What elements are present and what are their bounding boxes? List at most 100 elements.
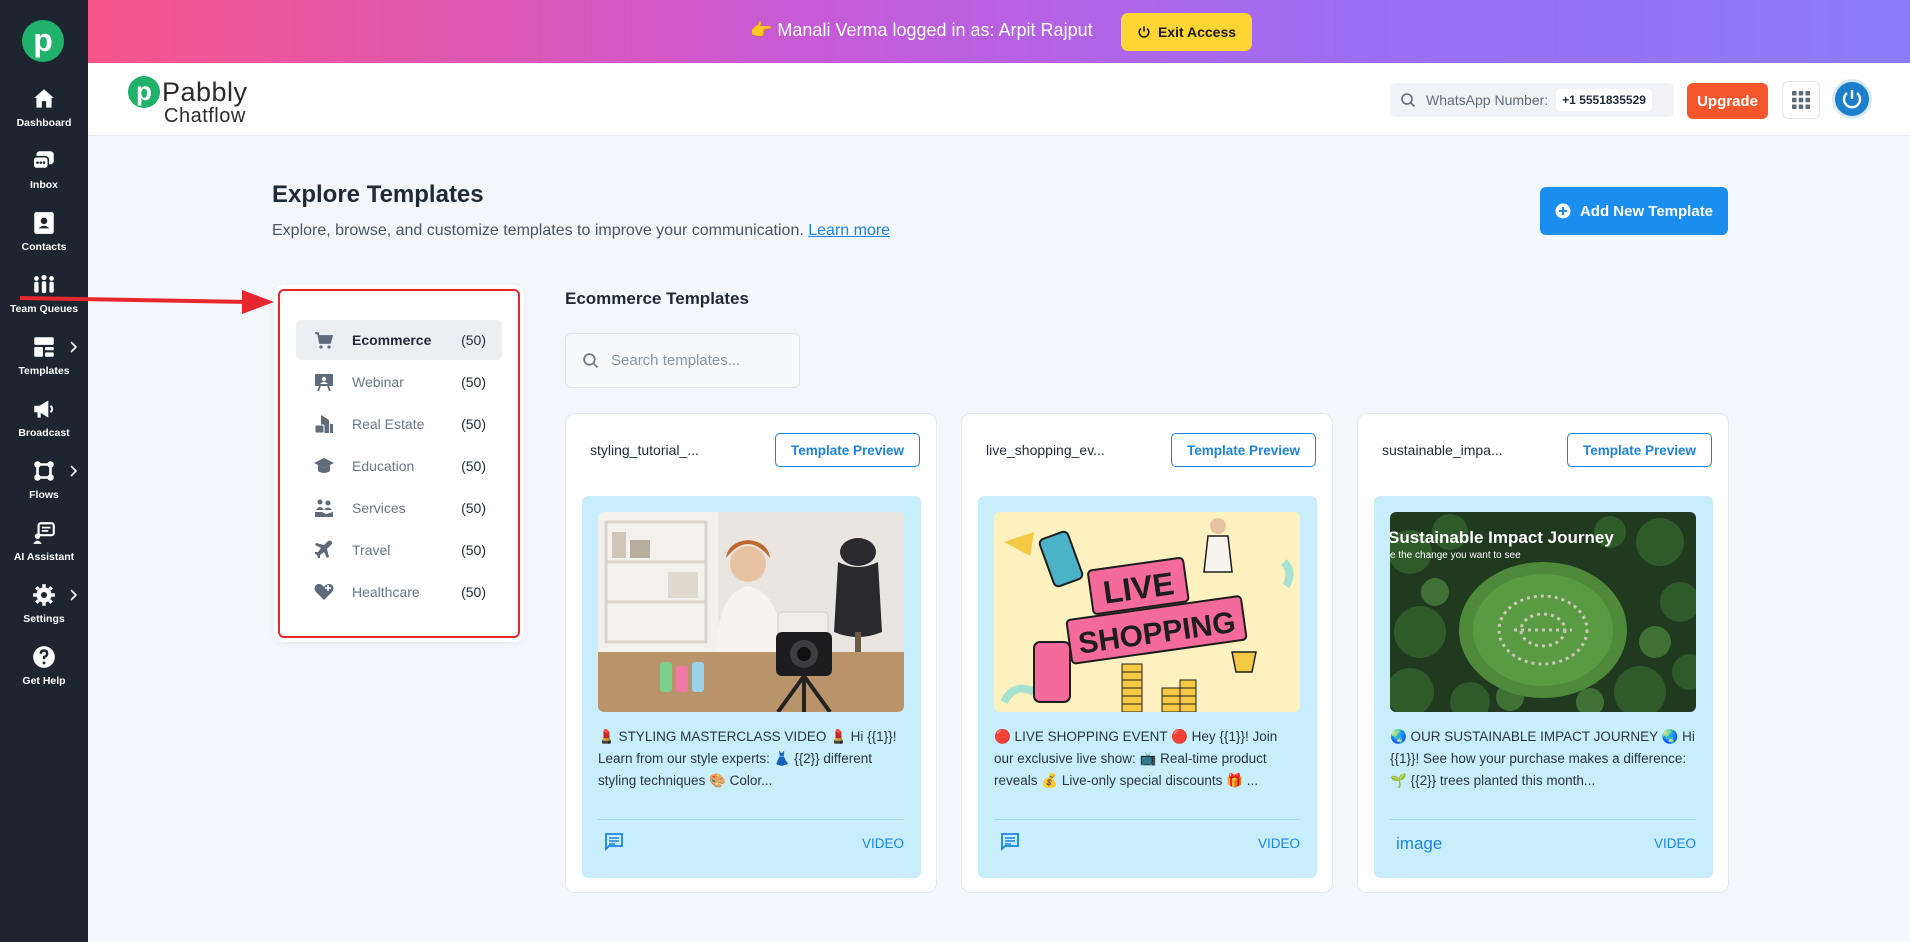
category-count: (50): [461, 374, 486, 390]
template-media-image: Sustainable Impact Journey e the change …: [1390, 512, 1696, 712]
brand-name: Pabbly: [162, 77, 248, 107]
sidebar-item-ai-assistant[interactable]: AI Assistant: [0, 520, 88, 576]
category-item-services[interactable]: Services (50): [296, 488, 502, 528]
category-name: Healthcare: [352, 584, 420, 600]
template-media-image: LIVE SHOPPING: [994, 512, 1300, 712]
power-icon: [1138, 26, 1150, 38]
help-icon: [33, 646, 55, 668]
annotation-arrow: [20, 290, 274, 314]
message-icon: [605, 833, 623, 852]
category-item-healthcare[interactable]: Healthcare (50): [296, 572, 502, 612]
template-name: sustainable_impa...: [1382, 442, 1503, 458]
template-body-text: 🌏 OUR SUSTAINABLE IMPACT JOURNEY 🌏 Hi {{…: [1390, 729, 1695, 788]
sidebar-item-templates[interactable]: Templates: [0, 334, 88, 390]
graduation-cap-icon: [314, 458, 334, 473]
category-item-ecommerce[interactable]: Ecommerce (50): [296, 320, 502, 360]
template-name: live_shopping_ev...: [986, 442, 1105, 458]
template-footer: VIDEO: [598, 819, 904, 863]
cart-icon: [315, 332, 334, 349]
template-footer: image VIDEO: [1390, 819, 1696, 863]
template-body-text: 💄 STYLING MASTERCLASS VIDEO 💄 Hi {{1}}! …: [598, 729, 897, 788]
brand-logo[interactable]: Pabbly Chatflow: [128, 73, 258, 127]
sidebar-item-inbox[interactable]: Inbox: [0, 148, 88, 204]
page-subtitle: Explore, browse, and customize templates…: [272, 222, 890, 240]
app-header: Pabbly Chatflow WhatsApp Number: +1 5551…: [88, 63, 1910, 136]
whatsapp-number: +1 5551835529: [1556, 89, 1652, 111]
category-item-education[interactable]: Education (50): [296, 446, 502, 486]
sidebar-item-broadcast[interactable]: Broadcast: [0, 396, 88, 452]
sidebar-item-dashboard[interactable]: Dashboard: [0, 86, 88, 142]
exit-access-label: Exit Access: [1157, 24, 1237, 40]
category-name: Travel: [352, 542, 391, 558]
category-count: (50): [461, 332, 486, 348]
template-preview-button[interactable]: Template Preview: [1567, 433, 1712, 467]
template-media-label: image: [1396, 834, 1443, 853]
home-icon: [34, 89, 54, 108]
pabbly-logo[interactable]: [22, 20, 64, 62]
category-item-webinar[interactable]: Webinar (50): [296, 362, 502, 402]
template-icon: [34, 337, 54, 357]
template-card: live_shopping_ev... Template Preview LIV…: [961, 413, 1333, 893]
power-icon: [1842, 90, 1862, 109]
add-new-template-label: Add New Template: [1579, 202, 1714, 220]
image-subtitle: e the change you want to see: [1390, 550, 1521, 561]
category-count: (50): [461, 416, 486, 432]
plus-circle-icon: [1555, 203, 1571, 219]
template-media-type: VIDEO: [1653, 836, 1696, 851]
page-title: Explore Templates: [272, 181, 484, 208]
sidebar-item-get-help[interactable]: Get Help: [0, 644, 88, 700]
sidebar-item-flows[interactable]: Flows: [0, 458, 88, 514]
template-card: styling_tutorial_... Template Preview 💄 …: [565, 413, 937, 893]
services-icon: [315, 499, 333, 517]
template-preview-button[interactable]: Template Preview: [775, 433, 920, 467]
category-name: Education: [352, 458, 415, 474]
category-item-real-estate[interactable]: Real Estate (50): [296, 404, 502, 444]
learn-more-link[interactable]: Learn more: [808, 222, 890, 239]
chevron-right-icon: [70, 589, 78, 601]
sidebar-item-label: Inbox: [30, 179, 58, 191]
ai-assistant-icon: [33, 522, 55, 544]
banner-message: 👉 Manali Verma logged in as: Arpit Rajpu…: [750, 20, 1093, 40]
real-estate-icon: [314, 415, 333, 434]
template-footer: VIDEO: [994, 819, 1300, 863]
chevron-right-icon: [70, 465, 78, 477]
sidebar-item-label: Templates: [18, 365, 70, 377]
heart-plus-icon: [314, 583, 334, 600]
contact-card-icon: [34, 212, 54, 234]
chevron-right-icon: [70, 341, 78, 353]
template-message-preview: 💄 STYLING MASTERCLASS VIDEO 💄 Hi {{1}}! …: [582, 496, 921, 878]
template-preview-button[interactable]: Template Preview: [1171, 433, 1316, 467]
upgrade-button[interactable]: Upgrade: [1687, 83, 1768, 119]
whatsapp-number-selector[interactable]: WhatsApp Number: +1 5551835529: [1390, 83, 1674, 117]
template-media-type: VIDEO: [861, 836, 904, 851]
exit-access-button[interactable]: Exit Access: [1121, 13, 1252, 51]
template-card: sustainable_impa... Template Preview Sus…: [1357, 413, 1729, 893]
category-name: Webinar: [352, 374, 404, 390]
webinar-icon: [315, 374, 333, 392]
category-name: Services: [352, 500, 406, 516]
grid-icon: [1792, 91, 1810, 109]
sidebar: Dashboard Inbox Contacts Team Queues Tem…: [0, 0, 88, 942]
styling-tutorial-image: [598, 512, 904, 712]
sidebar-item-label: Get Help: [22, 675, 66, 687]
template-media-image: [598, 512, 904, 712]
category-name: Real Estate: [352, 416, 425, 432]
sidebar-item-label: Broadcast: [18, 427, 70, 439]
sidebar-item-label: Flows: [29, 489, 59, 501]
sidebar-item-label: AI Assistant: [13, 551, 75, 563]
pabbly-p-icon: [128, 76, 160, 108]
apps-grid-button[interactable]: [1782, 81, 1820, 119]
flow-icon: [34, 461, 54, 481]
search-templates-input[interactable]: [611, 352, 781, 369]
category-item-travel[interactable]: Travel (50): [296, 530, 502, 570]
gear-icon: [33, 584, 55, 606]
add-new-template-button[interactable]: Add New Template: [1540, 187, 1728, 235]
sustainable-impact-image: Sustainable Impact Journey e the change …: [1390, 512, 1696, 712]
category-count: (50): [461, 458, 486, 474]
sidebar-item-contacts[interactable]: Contacts: [0, 210, 88, 266]
sidebar-item-settings[interactable]: Settings: [0, 582, 88, 638]
airplane-icon: [315, 540, 333, 558]
message-icon: [1001, 833, 1019, 852]
category-count: (50): [461, 584, 486, 600]
avatar[interactable]: [1832, 79, 1872, 119]
